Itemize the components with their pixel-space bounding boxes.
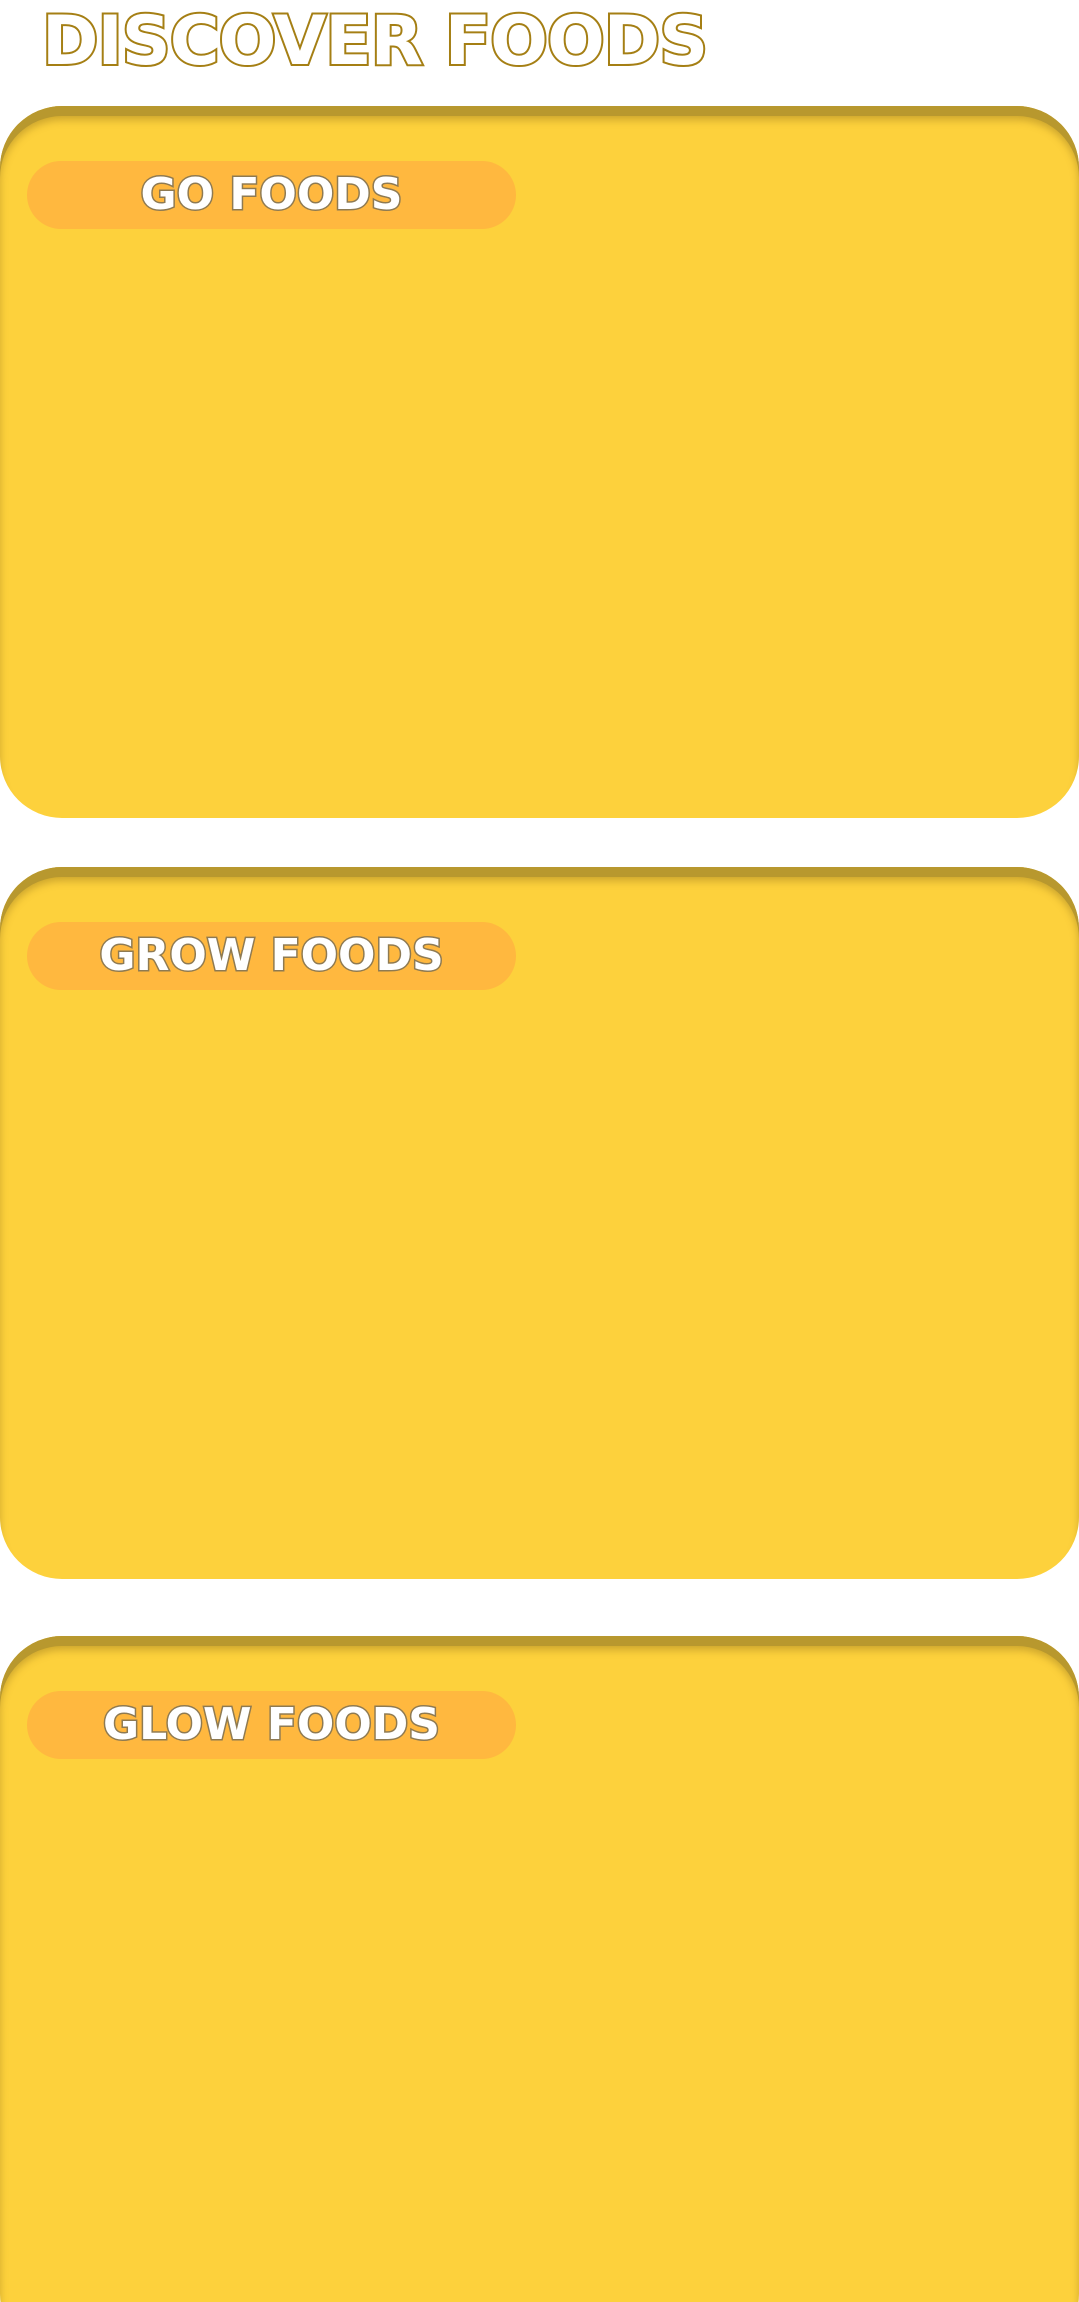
glow-foods-label: GLOW FOODS: [102, 1698, 442, 1752]
grow-foods-label-pill: GROW FOODS: [27, 922, 516, 990]
grow-foods-label: GROW FOODS: [98, 929, 445, 983]
go-foods-label-pill: GO FOODS: [27, 161, 516, 229]
page-title: DISCOVER FOODS: [40, 0, 710, 83]
glow-foods-label-pill: GLOW FOODS: [27, 1691, 516, 1759]
go-foods-label: GO FOODS: [139, 168, 404, 222]
grow-foods-panel: GROW FOODS: [0, 867, 1079, 1579]
go-foods-panel: GO FOODS: [0, 106, 1079, 818]
glow-foods-panel: GLOW FOODS: [0, 1636, 1079, 2302]
